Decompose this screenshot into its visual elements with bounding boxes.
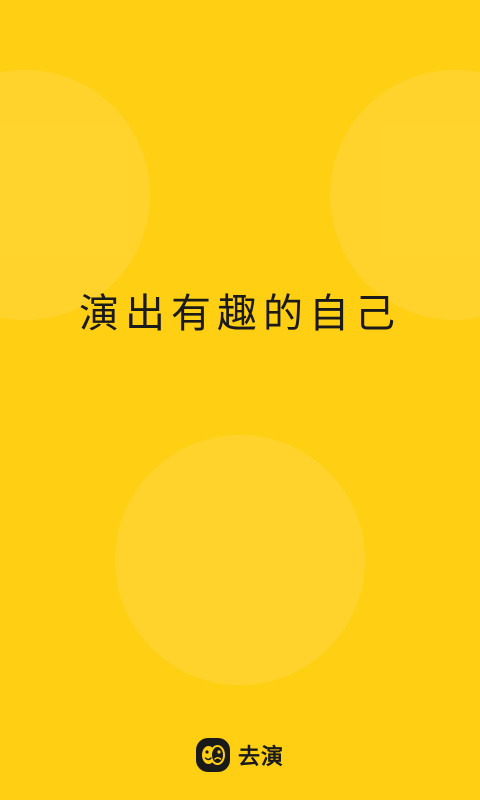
slogan-text: 演出有趣的自己: [79, 291, 401, 337]
brand-name: 去演: [237, 745, 284, 770]
brand-lockup: 去演: [0, 737, 480, 773]
decorative-circle-bottom: [115, 435, 365, 685]
two-faces-logo-icon: [195, 738, 230, 772]
splash-screen: 演出有趣的自己 去演: [0, 0, 480, 800]
